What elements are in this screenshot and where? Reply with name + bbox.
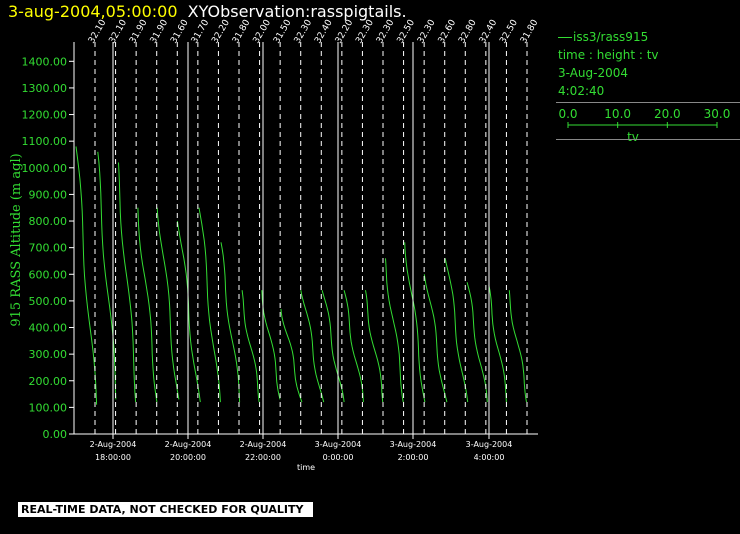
profile-label: 31.70 [190,18,212,46]
x-tick-date: 2-Aug-2004 [240,440,287,449]
profile-curve [118,162,137,403]
y-tick-label: 900.00 [29,188,68,201]
quality-notice: REAL-TIME DATA, NOT CHECKED FOR QUALITY [18,502,314,517]
profile-curve [137,207,158,403]
legend-scale-tick-label: 10.0 [604,107,631,121]
y-tick-label: 0.00 [43,428,68,441]
profile-curve [300,290,325,403]
profile-curve [385,258,404,403]
profiles-layer [75,146,527,405]
y-tick-label: 700.00 [29,242,68,255]
profile-label: 32.50 [396,18,418,46]
legend-divider [556,102,740,103]
x-tick-time: 2:00:00 [398,453,429,462]
profile-label: 31.90 [128,18,150,46]
profile-curve [75,146,98,405]
profile-label: 32.10 [87,18,109,46]
profile-label: 32.50 [498,18,520,46]
legend-scale-tick-label: 0.0 [558,107,577,121]
x-tick-time: 0:00:00 [323,453,354,462]
profile-curve [176,220,201,403]
y-tick-label: 600.00 [29,268,68,281]
y-tick-label: 1300.00 [22,82,68,95]
x-tick-date: 3-Aug-2004 [390,440,437,449]
profile-label: 31.80 [519,18,541,46]
profile-curve [404,242,426,403]
y-tick-label: 1000.00 [22,162,68,175]
profile-label: 32.30 [375,18,397,46]
profile-curve [220,242,241,403]
x-tick-date: 2-Aug-2004 [90,440,137,449]
profile-label: 31.50 [272,18,294,46]
legend-scale-tick-label: 30.0 [704,107,731,121]
profile-curve [156,207,180,400]
profile-label: 32.30 [293,18,315,46]
profile-curve [241,290,260,403]
profile-label: 32.60 [437,18,459,46]
x-axis-title: time [297,463,315,472]
profile-curve [261,290,281,400]
profile-label: 31.80 [231,18,253,46]
x-tick-time: 22:00:00 [245,453,281,462]
legend-scale-tick-label: 20.0 [654,107,681,121]
y-tick-label: 1100.00 [22,135,68,148]
legend-series: iss3/rass915 [558,28,648,46]
legend-scale-label: tv [627,130,639,144]
profile-label: 32.20 [334,18,356,46]
profile-curve [198,207,221,403]
x-tick-date: 3-Aug-2004 [315,440,362,449]
y-tick-label: 1200.00 [22,109,68,122]
legend-fields: time : height : tv [558,48,659,62]
legend-series-name: iss3/rass915 [573,30,649,44]
legend-time: 4:02:40 [558,84,605,98]
profile-curve [508,290,527,403]
x-tick-time: 20:00:00 [170,453,206,462]
profile-curve [488,284,507,403]
legend-series-swatch [558,37,572,38]
profile-curve [466,282,488,403]
legend-scale: 0.0 10.0 20.0 30.0 tv [558,107,731,144]
y-tick-label: 800.00 [29,215,68,228]
y-tick-label: 300.00 [29,348,68,361]
profile-curve [321,290,345,403]
profile-label: 32.80 [457,18,479,46]
profile-label: 32.40 [313,18,335,46]
y-tick-label: 100.00 [29,401,68,414]
x-tick-date: 2-Aug-2004 [165,440,212,449]
y-tick-label: 400.00 [29,322,68,335]
profile-label: 32.40 [478,18,500,46]
y-tick-label: 200.00 [29,375,68,388]
x-tick-time: 18:00:00 [95,453,131,462]
profile-label: 31.60 [169,18,191,46]
profile-curve [280,308,303,403]
profile-label: 31.90 [149,18,171,46]
profile-label: 32.10 [108,18,130,46]
profile-curve [365,290,384,403]
profile-curve [423,274,448,403]
y-axis-title: 915 RASS Altitude (m agl) [9,153,24,326]
profile-label: 32.30 [416,18,438,46]
y-tick-label: 1400.00 [22,55,68,68]
y-tick-label: 500.00 [29,295,68,308]
x-tick-date: 3-Aug-2004 [466,440,513,449]
profile-label: 32.20 [210,18,232,46]
legend-date: 3-Aug-2004 [558,66,629,80]
profile-curve [343,290,364,403]
profile-label: 32.30 [354,18,376,46]
axes-layer: 0.00 100.00 200.00 300.00 400.00 500.00 600.00… [22,18,541,462]
x-tick-time: 4:00:00 [474,453,505,462]
legend-divider-bottom [556,139,740,140]
rass-pigtail-chart: 0.00 100.00 200.00 300.00 400.00 500.00 600.00… [9,18,541,472]
profile-label: 32.00 [252,18,274,46]
profile-curve [444,258,469,403]
